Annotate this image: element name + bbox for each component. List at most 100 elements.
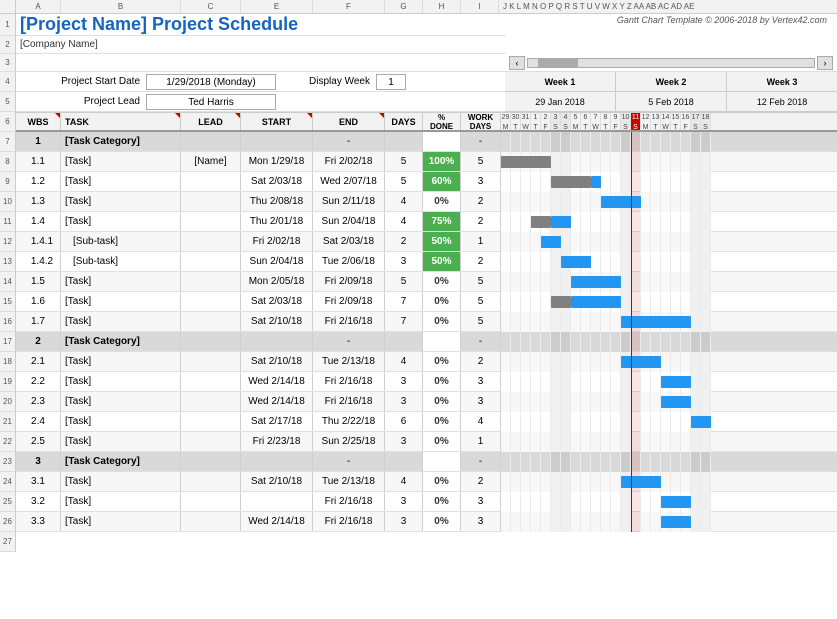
gantt-cell — [651, 452, 661, 472]
gantt-cell — [591, 472, 601, 492]
cell-wbs: 3.2 — [16, 492, 61, 511]
gantt-bar — [531, 216, 551, 228]
col-header-lead: LEAD — [181, 113, 241, 130]
gantt-cell — [651, 412, 661, 432]
cell-wbs: 1.7 — [16, 312, 61, 331]
gantt-cell — [661, 412, 671, 432]
cell-pct: 50% — [423, 252, 461, 271]
gantt-cell — [601, 432, 611, 452]
gantt-scroll-thumb[interactable] — [538, 59, 578, 67]
display-week-value[interactable]: 1 — [376, 74, 406, 90]
table-row: 2.2[Task]Wed 2/14/18Fri 2/16/1830%3 — [16, 372, 837, 392]
table-row: 2.5[Task]Fri 2/23/18Sun 2/25/1830%1 — [16, 432, 837, 452]
gantt-cell — [521, 472, 531, 492]
gantt-cell — [601, 372, 611, 392]
gantt-cell — [571, 332, 581, 352]
cell-wbs: 3 — [16, 452, 61, 471]
cell-work: 2 — [461, 472, 501, 491]
project-lead-value[interactable]: Ted Harris — [146, 94, 276, 110]
gantt-cell — [541, 392, 551, 412]
gantt-cell — [641, 452, 651, 472]
gantt-cell — [661, 172, 671, 192]
gantt-cell — [501, 292, 511, 312]
gantt-cell — [691, 172, 701, 192]
cell-pct: 0% — [423, 272, 461, 291]
gantt-cell — [601, 152, 611, 172]
gantt-cell — [601, 512, 611, 532]
gantt-cell — [691, 212, 701, 232]
table-row: 1.4[Task]Thu 2/01/18Sun 2/04/18475%2 — [16, 212, 837, 232]
cell-pct: 0% — [423, 292, 461, 311]
gantt-cell — [611, 332, 621, 352]
gantt-cell — [551, 272, 561, 292]
gantt-cell — [581, 492, 591, 512]
gantt-cell — [541, 292, 551, 312]
gantt-cell — [591, 432, 601, 452]
gantt-cell — [571, 372, 581, 392]
table-row: 2.3[Task]Wed 2/14/18Fri 2/16/1830%3 — [16, 392, 837, 412]
cell-wbs: 1.4.2 — [16, 252, 61, 271]
table-row: 2.4[Task]Sat 2/17/18Thu 2/22/1860%4 — [16, 412, 837, 432]
gantt-row-cells — [501, 192, 711, 212]
gantt-cell — [641, 432, 651, 452]
cell-wbs: 2.4 — [16, 412, 61, 431]
gantt-cell — [681, 212, 691, 232]
col-header-end: END — [313, 113, 385, 130]
gantt-cell — [631, 252, 641, 272]
gantt-cell — [641, 492, 651, 512]
gantt-cell — [641, 292, 651, 312]
gantt-cell — [591, 192, 601, 212]
cell-wbs: 1.5 — [16, 272, 61, 291]
cell-end: Fri 2/16/18 — [313, 312, 385, 331]
gantt-bar — [601, 196, 641, 208]
row-num-3: 3 — [0, 54, 16, 72]
gantt-cell — [701, 212, 711, 232]
cell-lead — [181, 132, 241, 151]
next-week-button[interactable]: › — [817, 56, 833, 70]
gantt-cell — [531, 332, 541, 352]
gantt-row-cells — [501, 292, 711, 312]
cell-lead: [Name] — [181, 152, 241, 171]
gantt-cell — [611, 252, 621, 272]
cell-lead — [181, 432, 241, 451]
cell-wbs: 1 — [16, 132, 61, 151]
cell-days: 3 — [385, 512, 423, 531]
gantt-cell — [561, 152, 571, 172]
cell-lead — [181, 192, 241, 211]
gantt-cell — [581, 432, 591, 452]
today-line — [631, 132, 632, 152]
cell-start: Fri 2/23/18 — [241, 432, 313, 451]
col-header-days: DAYS — [385, 113, 423, 130]
gantt-cell — [641, 232, 651, 252]
gantt-row-cells — [501, 312, 711, 332]
today-line — [631, 392, 632, 412]
cell-lead — [181, 272, 241, 291]
gantt-cell — [601, 412, 611, 432]
gantt-scrollbar[interactable] — [527, 58, 815, 68]
gantt-cell — [661, 292, 671, 312]
gantt-cell — [591, 212, 601, 232]
gantt-cell — [681, 132, 691, 152]
gantt-cell — [681, 272, 691, 292]
gantt-cell — [641, 332, 651, 352]
gantt-cell — [531, 252, 541, 272]
gantt-cell — [681, 412, 691, 432]
cell-pct: 0% — [423, 352, 461, 371]
gantt-cell — [591, 512, 601, 532]
gantt-cell — [701, 432, 711, 452]
project-start-value[interactable]: 1/29/2018 (Monday) — [146, 74, 276, 90]
gantt-cell — [691, 372, 701, 392]
cell-task: [Task] — [61, 352, 181, 371]
prev-week-button[interactable]: ‹ — [509, 56, 525, 70]
gantt-cell — [601, 232, 611, 252]
cell-pct: 0% — [423, 492, 461, 511]
gantt-cell — [521, 332, 531, 352]
row-num-13: 13 — [0, 252, 16, 272]
gantt-cell — [501, 432, 511, 452]
gantt-cell — [611, 412, 621, 432]
gantt-cell — [531, 132, 541, 152]
gantt-cell — [691, 332, 701, 352]
gantt-cell — [601, 172, 611, 192]
gantt-cell — [701, 312, 711, 332]
gantt-cell — [541, 192, 551, 212]
